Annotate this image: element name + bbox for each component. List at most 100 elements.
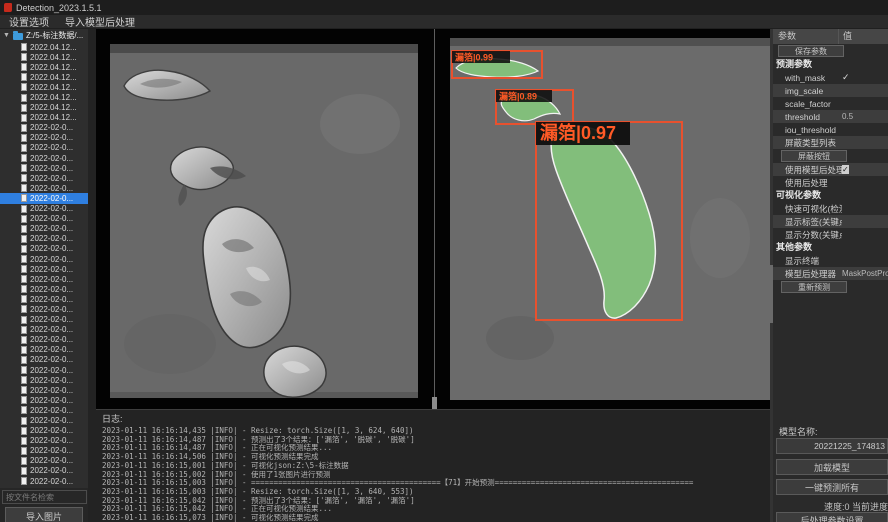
tree-item[interactable]: 2022-02-0... [0, 415, 88, 425]
splitter-handle[interactable] [432, 397, 437, 409]
tree-item-label: 2022-02-0... [30, 285, 73, 294]
import-images-button[interactable]: 导入图片 [5, 507, 83, 522]
tree-item[interactable]: 2022-02-0... [0, 446, 88, 456]
file-icon [21, 134, 27, 142]
detection-label-2: 漏箔|0.89 [499, 91, 537, 102]
tree-item[interactable]: 2022-02-0... [0, 173, 88, 183]
tree-item-label: 2022-02-0... [30, 255, 73, 264]
tree-item[interactable]: 2022-02-0... [0, 133, 88, 143]
prediction-image: 漏箔|0.99 漏箔|0.89 漏箔|0.97 [450, 38, 770, 400]
tree-item-label: 2022-02-0... [30, 234, 73, 243]
check-icon[interactable]: ✓ [842, 72, 850, 82]
tree-item[interactable]: 2022-02-0... [0, 365, 88, 375]
tree-item[interactable]: 2022-02-0... [0, 436, 88, 446]
tree-item[interactable]: 2022-02-0... [0, 355, 88, 365]
param-row-use-post[interactable]: 使用后处理 [773, 176, 888, 189]
file-icon [21, 43, 27, 51]
tree-item[interactable]: 2022-02-0... [0, 294, 88, 304]
param-label: threshold [773, 112, 842, 122]
tree-item[interactable]: 2022-02-0... [0, 143, 88, 153]
mask-button[interactable]: 屏蔽按钮 [781, 150, 847, 162]
tree-item[interactable]: 2022-02-0... [0, 274, 88, 284]
tree-item[interactable]: 2022.04.12... [0, 113, 88, 123]
tree-item[interactable]: 2022-02-0... [0, 153, 88, 163]
file-icon [21, 104, 27, 112]
param-row-show-label[interactable]: 显示标签(关键点) [773, 215, 888, 228]
tree-item[interactable]: 2022.04.12... [0, 52, 88, 62]
tree-item[interactable]: 2022-02-0... [0, 375, 88, 385]
tree-item[interactable]: 2022-02-0... [0, 183, 88, 193]
predict-all-button[interactable]: 一键预测所有 [776, 479, 888, 495]
threshold-value[interactable]: 0.5 [842, 112, 888, 121]
menu-settings[interactable]: 设置选项 [9, 14, 49, 29]
repredict-button[interactable]: 重新预测 [781, 281, 847, 293]
tree-item[interactable]: 2022-02-0... [0, 395, 88, 405]
tree-item[interactable]: 2022.04.12... [0, 82, 88, 92]
tree-scrollbar[interactable] [88, 29, 96, 522]
tree-item[interactable]: 2022.04.12... [0, 92, 88, 102]
save-params-row: 保存参数 [773, 44, 888, 58]
tree-item[interactable]: 2022-02-0... [0, 193, 88, 203]
tree-item[interactable]: 2022-02-0... [0, 254, 88, 264]
tree-item-label: 2022.04.12... [30, 103, 77, 112]
save-params-button[interactable]: 保存参数 [778, 45, 844, 57]
file-icon [21, 235, 27, 243]
param-row-use-model-post[interactable]: 使用模型后处理 ✓ [773, 163, 888, 176]
tree-root[interactable]: ▼ Z:/5-标注数据/... [0, 29, 88, 42]
tree-item[interactable]: 2022-02-0... [0, 385, 88, 395]
tree-item[interactable]: 2022-02-0... [0, 244, 88, 254]
tree-item[interactable]: 2022.04.12... [0, 72, 88, 82]
param-row-fast-visual[interactable]: 快速可视化(检测) [773, 202, 888, 215]
tree-item[interactable]: 2022-02-0... [0, 304, 88, 314]
param-label: 显示分数(关键点) [773, 229, 842, 241]
tree-item[interactable]: 2022-02-0... [0, 405, 88, 415]
checkbox-checked-icon[interactable]: ✓ [842, 165, 849, 174]
tree-item[interactable]: 2022-02-0... [0, 204, 88, 214]
tree-item[interactable]: 2022-02-0... [0, 264, 88, 274]
tree-item-label: 2022.04.12... [30, 83, 77, 92]
param-label: 使用后处理 [773, 177, 842, 189]
tree-item[interactable]: 2022.04.12... [0, 103, 88, 113]
tree-item[interactable]: 2022-02-0... [0, 466, 88, 476]
tree-item[interactable]: 2022-02-0... [0, 426, 88, 436]
param-row-show-score[interactable]: 显示分数(关键点) [773, 228, 888, 241]
tree-item[interactable]: 2022-02-0... [0, 476, 88, 486]
chevron-down-icon[interactable]: ▼ [3, 32, 10, 39]
file-icon [21, 295, 27, 303]
file-icon [21, 255, 27, 263]
search-input[interactable] [2, 490, 87, 504]
tree-item[interactable]: 2022-02-0... [0, 335, 88, 345]
model-post-processor-value[interactable]: MaskPostProc [842, 269, 888, 278]
file-icon [21, 285, 27, 293]
tree-item[interactable]: 2022-02-0... [0, 456, 88, 466]
param-row-model-post-processor[interactable]: 模型后处理器 MaskPostProc [773, 267, 888, 280]
param-row-show-terminal[interactable]: 显示终端 [773, 254, 888, 267]
tree-item[interactable]: 2022-02-0... [0, 325, 88, 335]
param-row-with-mask[interactable]: with_mask ✓ [773, 71, 888, 84]
tree-item[interactable]: 2022-02-0... [0, 284, 88, 294]
param-row-threshold[interactable]: threshold 0.5 [773, 110, 888, 123]
file-icon [21, 366, 27, 374]
tree-item[interactable]: 2022.04.12... [0, 62, 88, 72]
tree-item[interactable]: 2022-02-0... [0, 123, 88, 133]
param-row-mask-type-list[interactable]: 屏蔽类型列表 [773, 136, 888, 149]
param-label: with_mask [773, 73, 842, 83]
file-icon [21, 154, 27, 162]
param-row-img-scale[interactable]: img_scale [773, 84, 888, 97]
viewer-splitter[interactable] [434, 29, 435, 409]
app-window: { "window": { "title": "Detection_2023.1… [0, 0, 888, 522]
load-model-button[interactable]: 加载模型 [776, 459, 888, 475]
file-icon [21, 447, 27, 455]
post-process-settings-button[interactable]: 后处理参数设置 [776, 512, 888, 522]
tree-item[interactable]: 2022-02-0... [0, 315, 88, 325]
tree-item[interactable]: 2022.04.12... [0, 42, 88, 52]
model-name-field[interactable]: 20221225_174813 [776, 438, 888, 454]
tree-item[interactable]: 2022-02-0... [0, 224, 88, 234]
param-row-iou-threshold[interactable]: iou_threshold [773, 123, 888, 136]
tree-item[interactable]: 2022-02-0... [0, 234, 88, 244]
param-row-scale-factor[interactable]: scale_factor [773, 97, 888, 110]
tree-item[interactable]: 2022-02-0... [0, 214, 88, 224]
menu-import-post[interactable]: 导入模型后处理 [65, 14, 135, 29]
tree-item[interactable]: 2022-02-0... [0, 163, 88, 173]
tree-item[interactable]: 2022-02-0... [0, 345, 88, 355]
